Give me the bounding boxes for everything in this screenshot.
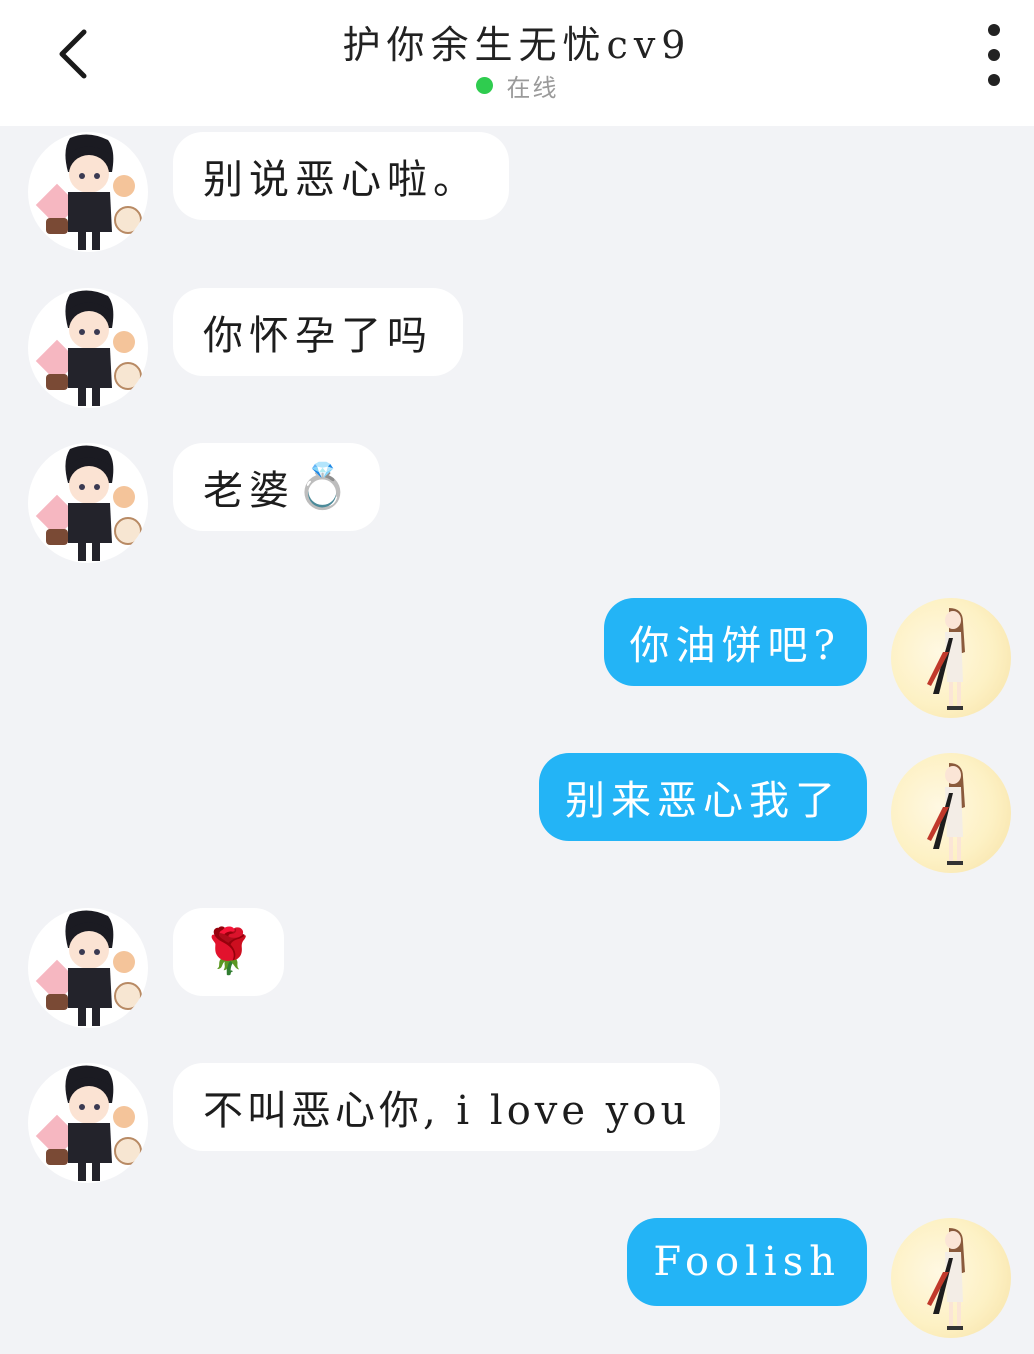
incoming-message[interactable]: 不叫恶心你, i love you (173, 1063, 721, 1151)
contact-avatar[interactable] (28, 288, 148, 408)
status-text: 在线 (506, 74, 559, 102)
incoming-message[interactable]: 老婆 💍 (173, 443, 380, 531)
message-text: 老婆 (203, 468, 295, 514)
contact-avatar[interactable] (28, 908, 148, 1028)
contact-avatar-image (35, 290, 142, 406)
contact-avatar-image (35, 910, 142, 1026)
contact-avatar-image (35, 445, 142, 561)
rose-emoji-icon: 🌹 (201, 926, 256, 977)
message-text: 不叫恶心你, i love you (203, 1088, 691, 1134)
more-options-button[interactable] (972, 24, 1016, 86)
my-avatar-image (927, 608, 965, 710)
my-avatar-image (927, 763, 965, 865)
incoming-message[interactable]: 🌹 (173, 908, 284, 996)
message-text: 你油饼吧? (629, 623, 841, 669)
contact-avatar[interactable] (28, 132, 148, 252)
my-avatar[interactable] (891, 753, 1011, 873)
outgoing-message[interactable]: 你油饼吧? (603, 598, 867, 686)
outgoing-message[interactable]: 别来恶心我了 (539, 753, 867, 841)
ring-emoji-icon: 💍 (295, 461, 350, 512)
online-dot-icon (475, 77, 493, 94)
outgoing-message[interactable]: Foolish (627, 1218, 867, 1306)
my-avatar[interactable] (891, 1218, 1011, 1338)
contact-avatar-image (35, 1065, 142, 1181)
incoming-message[interactable]: 你怀孕了吗 (173, 288, 463, 376)
message-text: 你怀孕了吗 (203, 313, 433, 359)
my-avatar-image (927, 1228, 965, 1330)
contact-name[interactable]: 护你余生无忧cv9 (0, 14, 1034, 69)
online-status: 在线 (0, 68, 1034, 103)
contact-avatar[interactable] (28, 443, 148, 563)
chat-header: 护你余生无忧cv9 在线 (0, 0, 1034, 126)
my-avatar[interactable] (891, 598, 1011, 718)
incoming-message[interactable]: 别说恶心啦。 (173, 132, 509, 220)
message-text: Foolish (653, 1239, 841, 1285)
message-text: 别来恶心我了 (565, 778, 841, 824)
contact-avatar-image (35, 134, 142, 250)
message-text: 别说恶心啦。 (203, 157, 479, 203)
contact-avatar[interactable] (28, 1063, 148, 1183)
vertical-dots-icon (988, 24, 1000, 36)
